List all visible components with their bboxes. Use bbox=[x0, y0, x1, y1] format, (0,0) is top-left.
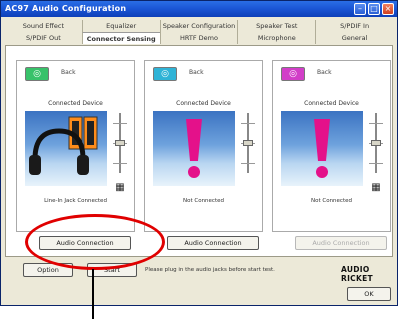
volume-slider[interactable] bbox=[113, 113, 127, 173]
connector-card-2: ◎ Back Connected Device Not Connected bbox=[144, 60, 263, 232]
title-bar-controls: – □ × bbox=[354, 3, 394, 15]
volume-slider[interactable] bbox=[369, 113, 383, 173]
jack-indicator-icon: ◎ bbox=[281, 67, 305, 81]
headphones-speakers-icon bbox=[25, 111, 107, 186]
mixer-icon: ▦ bbox=[115, 182, 125, 193]
callout-pointer-line bbox=[92, 269, 94, 319]
volume-slider[interactable] bbox=[241, 113, 255, 173]
jack-indicator-icon: ◎ bbox=[25, 67, 49, 81]
tab-connector-sensing[interactable]: Connector Sensing bbox=[81, 32, 160, 44]
tab-speaker-configuration[interactable]: Speaker Configuration bbox=[159, 20, 238, 32]
exclamation-icon bbox=[281, 111, 363, 186]
audio-connection-button-3[interactable]: Audio Connection bbox=[295, 236, 387, 250]
audio-connection-button-2[interactable]: Audio Connection bbox=[167, 236, 259, 250]
connector-card-3: ◎ Back Connected Device ▦ Not Connected bbox=[272, 60, 391, 232]
window-title: AC97 Audio Configuration bbox=[5, 4, 127, 13]
connected-device-label: Connected Device bbox=[176, 100, 231, 107]
connection-status: Not Connected bbox=[310, 198, 352, 204]
red-highlight-circle bbox=[25, 214, 165, 270]
minimize-button[interactable]: – bbox=[354, 3, 366, 15]
jack-location-label: Back bbox=[317, 69, 332, 76]
tab-hrtf-demo[interactable]: HRTF Demo bbox=[159, 32, 238, 44]
connected-device-label: Connected Device bbox=[304, 100, 359, 107]
tab-equalizer[interactable]: Equalizer bbox=[81, 20, 160, 32]
close-button[interactable]: × bbox=[382, 3, 394, 15]
jack-location-label: Back bbox=[189, 69, 204, 76]
ok-button[interactable]: OK bbox=[347, 287, 391, 301]
maximize-button[interactable]: □ bbox=[368, 3, 380, 15]
connected-device-label: Connected Device bbox=[48, 100, 103, 107]
instruction-text: Please plug in the audio jacks before st… bbox=[145, 267, 275, 273]
tab-speaker-test[interactable]: Speaker Test bbox=[237, 20, 315, 32]
exclamation-icon bbox=[153, 111, 235, 186]
tabs-row-2: S/PDIF Out Connector Sensing HRTF Demo M… bbox=[5, 32, 393, 44]
mixer-icon: ▦ bbox=[371, 182, 381, 193]
title-bar[interactable]: AC97 Audio Configuration – □ × bbox=[1, 1, 397, 17]
connection-status: Not Connected bbox=[182, 198, 224, 204]
tab-sound-effect[interactable]: Sound Effect bbox=[5, 20, 82, 32]
connector-card-1: ◎ Back Connected Device ▦ Line-In Jack C… bbox=[16, 60, 135, 232]
jack-indicator-icon: ◎ bbox=[153, 67, 177, 81]
tab-spdif-out[interactable]: S/PDIF Out bbox=[5, 32, 82, 44]
tab-spdif-in[interactable]: S/PDIF In bbox=[315, 20, 393, 32]
tabs-row-1: Sound Effect Equalizer Speaker Configura… bbox=[5, 20, 393, 32]
connection-status: Line-In Jack Connected bbox=[44, 198, 107, 204]
jack-location-label: Back bbox=[61, 69, 76, 76]
brand-logo: AUDIO RICKET bbox=[341, 265, 373, 283]
tab-general[interactable]: General bbox=[315, 32, 393, 44]
tab-microphone[interactable]: Microphone bbox=[237, 32, 315, 44]
